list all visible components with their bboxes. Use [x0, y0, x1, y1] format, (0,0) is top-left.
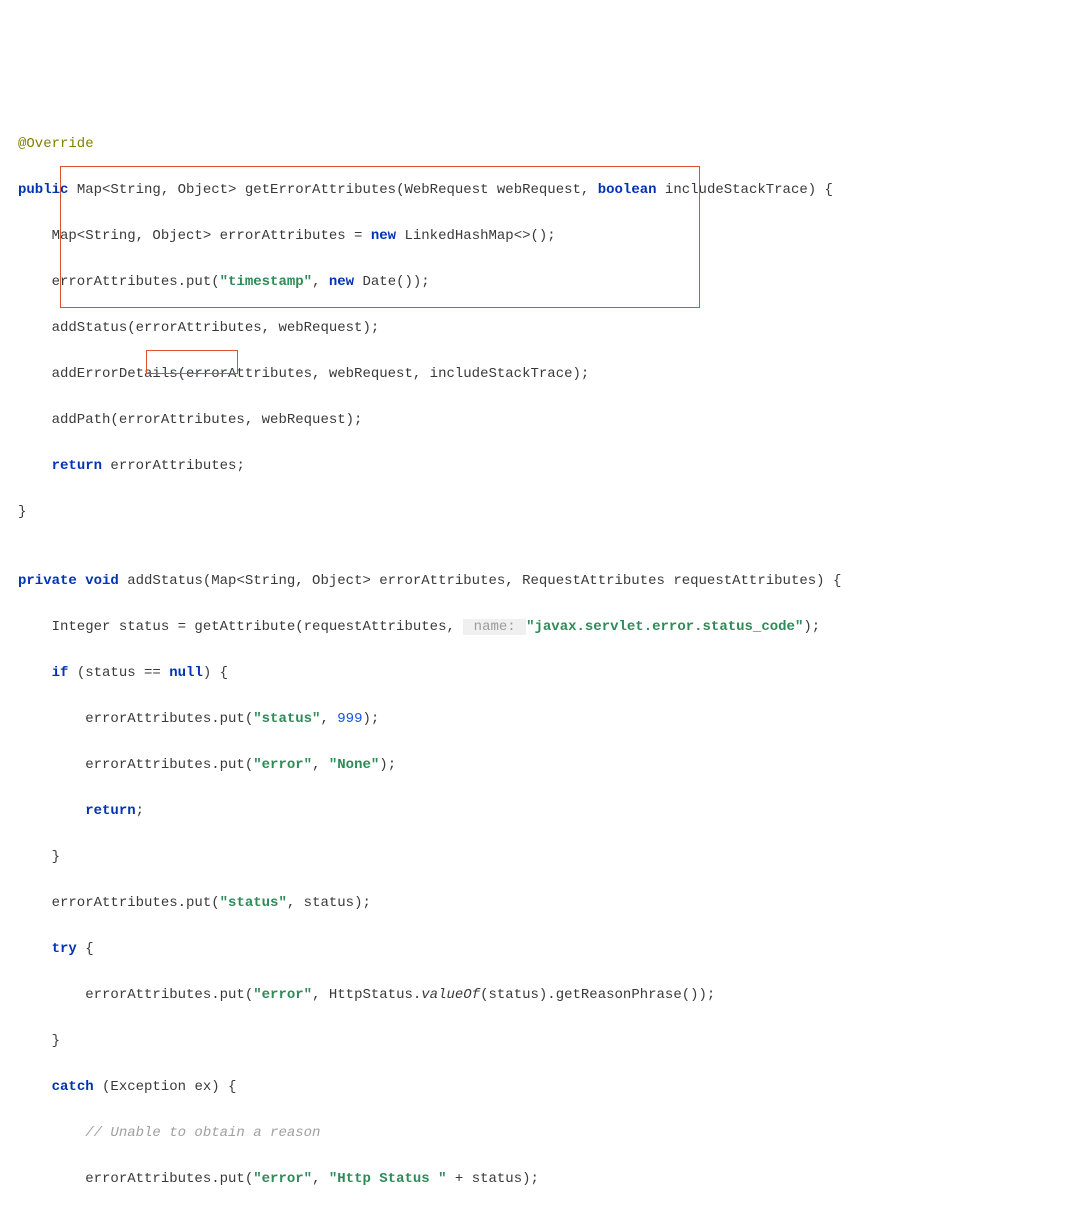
code-text — [18, 458, 52, 474]
code-text: ; — [136, 803, 144, 819]
code-text: errorAttributes.put( — [18, 711, 253, 727]
code-text: } — [18, 504, 26, 520]
code-text: } — [18, 849, 60, 865]
code-text: errorAttributes.put( — [18, 895, 220, 911]
code-text: ) { — [203, 665, 228, 681]
string-literal: "status" — [220, 895, 287, 911]
code-text: { — [77, 941, 94, 957]
code-text: Integer status = getAttribute(requestAtt… — [18, 619, 463, 635]
code-line: } — [18, 501, 1066, 524]
keyword: return — [52, 458, 102, 474]
code-text: Map<String, Object> getErrorAttributes(W… — [68, 182, 597, 198]
code-line: try { — [18, 938, 1066, 961]
keyword: return — [85, 803, 135, 819]
code-line: Integer status = getAttribute(requestAtt… — [18, 616, 1066, 639]
keyword: new — [371, 228, 396, 244]
code-text: ); — [379, 757, 396, 773]
code-text: LinkedHashMap<>(); — [396, 228, 556, 244]
code-text: Map<String, Object> errorAttributes = — [18, 228, 371, 244]
keyword: catch — [52, 1079, 94, 1095]
keyword: public — [18, 182, 68, 198]
code-line: errorAttributes.put("status", 999); — [18, 708, 1066, 731]
code-text: addPath(errorAttributes, webRequest); — [18, 412, 362, 428]
code-line: Map<String, Object> errorAttributes = ne… — [18, 225, 1066, 248]
string-literal: "status" — [253, 711, 320, 727]
keyword: new — [329, 274, 354, 290]
ide-param-hint: name: — [463, 619, 526, 635]
code-text: , HttpStatus. — [312, 987, 421, 1003]
code-text — [18, 803, 85, 819]
code-text: (status).getReasonPhrase()); — [480, 987, 715, 1003]
code-line: addPath(errorAttributes, webRequest); — [18, 409, 1066, 432]
string-literal: "javax.servlet.error.status_code" — [526, 619, 803, 635]
code-line: addStatus(errorAttributes, webRequest); — [18, 317, 1066, 340]
code-line: errorAttributes.put("error", HttpStatus.… — [18, 984, 1066, 1007]
keyword: if — [52, 665, 69, 681]
code-text: errorAttributes.put( — [18, 757, 253, 773]
code-text: , — [312, 1171, 329, 1187]
code-line: errorAttributes.put("error", "Http Statu… — [18, 1168, 1066, 1191]
code-text: errorAttributes; — [102, 458, 245, 474]
string-literal: "None" — [329, 757, 379, 773]
code-text: } — [18, 1033, 60, 1049]
code-text — [18, 941, 52, 957]
code-line: if (status == null) { — [18, 662, 1066, 685]
code-line: private void addStatus(Map<String, Objec… — [18, 570, 1066, 593]
code-text: errorAttributes.put( — [18, 987, 253, 1003]
code-text: , status); — [287, 895, 371, 911]
code-text: addErrorDetails(errorAttributes, webRequ… — [18, 366, 589, 382]
string-literal: "Http Status " — [329, 1171, 447, 1187]
code-text: addStatus(Map<String, Object> errorAttri… — [119, 573, 842, 589]
code-line: return; — [18, 800, 1066, 823]
code-text: , — [312, 757, 329, 773]
code-text: errorAttributes.put( — [18, 274, 220, 290]
string-literal: "error" — [253, 987, 312, 1003]
code-line: // Unable to obtain a reason — [18, 1122, 1066, 1145]
number-literal: 999 — [337, 711, 362, 727]
string-literal: "error" — [253, 1171, 312, 1187]
code-line: catch (Exception ex) { — [18, 1076, 1066, 1099]
code-text: + status); — [447, 1171, 539, 1187]
code-line: } — [18, 1030, 1066, 1053]
code-text: , — [312, 274, 329, 290]
annotation: @Override — [18, 136, 94, 152]
string-literal: "timestamp" — [220, 274, 312, 290]
code-text: includeStackTrace) { — [657, 182, 833, 198]
code-text: addStatus(errorAttributes, webRequest); — [18, 320, 379, 336]
code-line: addErrorDetails(errorAttributes, webRequ… — [18, 363, 1066, 386]
code-line: errorAttributes.put("timestamp", new Dat… — [18, 271, 1066, 294]
code-text: Date()); — [354, 274, 430, 290]
code-text: errorAttributes.put( — [18, 1171, 253, 1187]
code-line: errorAttributes.put("error", "None"); — [18, 754, 1066, 777]
comment: // Unable to obtain a reason — [18, 1125, 320, 1141]
code-line: public Map<String, Object> getErrorAttri… — [18, 179, 1066, 202]
keyword: null — [169, 665, 203, 681]
string-literal: "error" — [253, 757, 312, 773]
code-text: (status == — [68, 665, 169, 681]
keyword: try — [52, 941, 77, 957]
code-line: return errorAttributes; — [18, 455, 1066, 478]
code-text: ); — [803, 619, 820, 635]
code-block: @Override public Map<String, Object> get… — [18, 110, 1066, 1212]
code-line: @Override — [18, 133, 1066, 156]
keyword: private void — [18, 573, 119, 589]
code-text — [18, 1079, 52, 1095]
keyword: boolean — [598, 182, 657, 198]
code-line: errorAttributes.put("status", status); — [18, 892, 1066, 915]
static-call: valueOf — [421, 987, 480, 1003]
code-line: } — [18, 846, 1066, 869]
code-text: , — [320, 711, 337, 727]
code-text: ); — [363, 711, 380, 727]
code-text — [18, 665, 52, 681]
code-text: (Exception ex) { — [94, 1079, 237, 1095]
